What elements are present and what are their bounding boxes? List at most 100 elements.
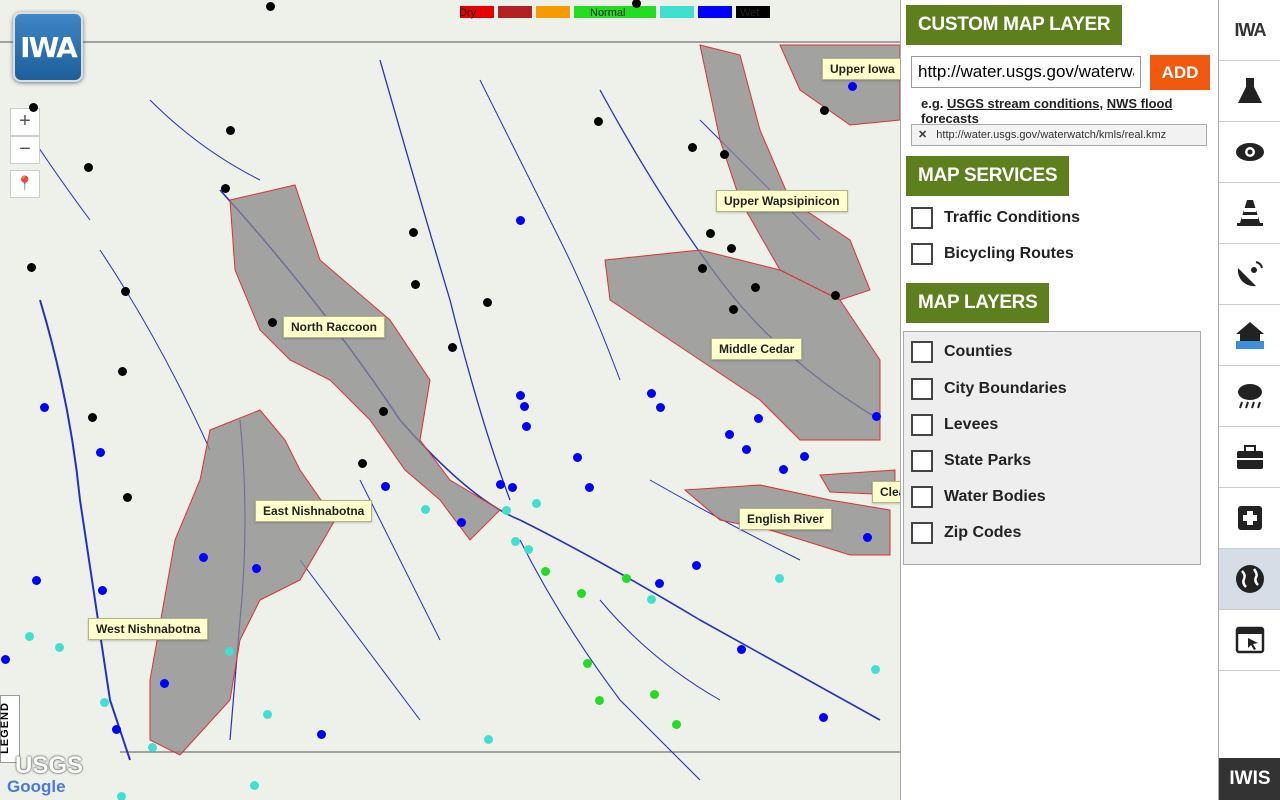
gauge-marker[interactable] <box>317 730 326 739</box>
gauge-marker[interactable] <box>622 574 631 583</box>
gauge-marker[interactable] <box>650 690 659 699</box>
gauge-marker[interactable] <box>457 518 466 527</box>
water-bodies-checkbox[interactable] <box>911 486 933 508</box>
basin-label[interactable]: West Nishnabotna <box>88 618 209 640</box>
gauge-marker[interactable] <box>863 533 872 542</box>
city-boundaries-checkbox[interactable] <box>911 378 933 400</box>
gauge-marker[interactable] <box>123 493 132 502</box>
gauge-marker[interactable] <box>573 453 582 462</box>
gauge-marker[interactable] <box>698 264 707 273</box>
gauge-marker[interactable] <box>656 403 665 412</box>
gauge-marker[interactable] <box>655 579 664 588</box>
gauge-marker[interactable] <box>226 126 235 135</box>
water-bodies-option[interactable]: Water Bodies <box>911 486 1046 508</box>
gauge-marker[interactable] <box>448 343 457 352</box>
gauge-marker[interactable] <box>29 103 38 112</box>
state-parks-option[interactable]: State Parks <box>911 450 1031 472</box>
gauge-marker[interactable] <box>502 506 511 515</box>
gauge-marker[interactable] <box>358 459 367 468</box>
gauge-marker[interactable] <box>647 389 656 398</box>
gauge-marker[interactable] <box>511 537 520 546</box>
gauge-marker[interactable] <box>595 696 604 705</box>
gauge-marker[interactable] <box>483 298 492 307</box>
gauge-marker[interactable] <box>88 413 97 422</box>
gauge-marker[interactable] <box>729 305 738 314</box>
state-parks-checkbox[interactable] <box>911 450 933 472</box>
gauge-marker[interactable] <box>268 318 277 327</box>
gauge-marker[interactable] <box>725 430 734 439</box>
zip-codes-option[interactable]: Zip Codes <box>911 522 1021 544</box>
counties-option[interactable]: Counties <box>911 341 1012 363</box>
levees-option[interactable]: Levees <box>911 414 998 436</box>
gauge-marker[interactable] <box>737 645 746 654</box>
gauge-marker[interactable] <box>112 725 121 734</box>
gauge-marker[interactable] <box>820 106 829 115</box>
map-canvas[interactable]: IWA + − 📍 Dry Normal Wet Upper Iowa Uppe… <box>0 0 900 800</box>
bicycling-routes-checkbox[interactable] <box>911 243 933 265</box>
gauge-marker[interactable] <box>647 595 656 604</box>
gauge-marker[interactable] <box>848 82 857 91</box>
gauge-marker[interactable] <box>98 586 107 595</box>
gauge-marker[interactable] <box>520 402 529 411</box>
basin-label[interactable]: East Nishnabotna <box>255 500 373 522</box>
gauge-marker[interactable] <box>819 713 828 722</box>
gauge-marker[interactable] <box>421 505 430 514</box>
gauge-marker[interactable] <box>706 229 715 238</box>
gauge-marker[interactable] <box>532 499 541 508</box>
gauge-marker[interactable] <box>779 465 788 474</box>
gauge-marker[interactable] <box>524 545 533 554</box>
iwa-logo[interactable]: IWA <box>13 12 83 82</box>
gauge-marker[interactable] <box>1 655 10 664</box>
zoom-out-button[interactable]: − <box>10 136 40 164</box>
gauge-marker[interactable] <box>221 184 230 193</box>
gauge-marker[interactable] <box>411 280 420 289</box>
gauge-marker[interactable] <box>25 632 34 641</box>
sensors-button[interactable] <box>1219 244 1280 305</box>
health-button[interactable] <box>1219 488 1280 549</box>
gauge-marker[interactable] <box>250 781 259 790</box>
gauge-marker[interactable] <box>872 412 881 421</box>
gauge-marker[interactable] <box>541 567 550 576</box>
gauge-marker[interactable] <box>577 589 586 598</box>
gauge-marker[interactable] <box>381 482 390 491</box>
gauge-marker[interactable] <box>496 480 505 489</box>
gauge-marker[interactable] <box>508 483 517 492</box>
gauge-marker[interactable] <box>831 291 840 300</box>
zip-codes-checkbox[interactable] <box>911 522 933 544</box>
levees-checkbox[interactable] <box>911 414 933 436</box>
gauge-marker[interactable] <box>27 263 36 272</box>
basin-label[interactable]: English River <box>739 508 832 530</box>
embed-button[interactable] <box>1219 610 1280 671</box>
gauge-marker[interactable] <box>720 150 729 159</box>
tools-button[interactable] <box>1219 427 1280 488</box>
gauge-marker[interactable] <box>263 710 272 719</box>
gauge-marker[interactable] <box>775 574 784 583</box>
gauge-marker[interactable] <box>55 643 64 652</box>
basin-label[interactable]: North Raccoon <box>283 316 386 338</box>
zoom-in-button[interactable]: + <box>10 108 40 136</box>
gauge-marker[interactable] <box>688 143 697 152</box>
gauge-marker[interactable] <box>585 483 594 492</box>
gauge-marker[interactable] <box>379 407 388 416</box>
map-layers-button[interactable] <box>1219 549 1280 610</box>
city-boundaries-option[interactable]: City Boundaries <box>911 378 1067 400</box>
counties-checkbox[interactable] <box>911 341 933 363</box>
gauge-marker[interactable] <box>484 735 493 744</box>
iwis-footer-button[interactable]: IWIS <box>1219 758 1280 800</box>
gauge-marker[interactable] <box>96 448 105 457</box>
traffic-button[interactable] <box>1219 183 1280 244</box>
bicycling-routes-option[interactable]: Bicycling Routes <box>911 243 1074 265</box>
water-quality-button[interactable] <box>1219 61 1280 122</box>
iwa-home-button[interactable]: IWA <box>1219 0 1280 61</box>
basin-label[interactable]: Clea <box>872 481 900 503</box>
flood-button[interactable] <box>1219 305 1280 366</box>
gauge-marker[interactable] <box>225 647 234 656</box>
location-pin-button[interactable]: 📍 <box>10 170 40 198</box>
weather-button[interactable] <box>1219 366 1280 427</box>
gauge-marker[interactable] <box>692 561 701 570</box>
traffic-conditions-checkbox[interactable] <box>911 207 933 229</box>
gauge-marker[interactable] <box>266 2 275 11</box>
view-button[interactable] <box>1219 122 1280 183</box>
basin-label[interactable]: Upper Iowa <box>822 58 900 80</box>
gauge-marker[interactable] <box>199 553 208 562</box>
